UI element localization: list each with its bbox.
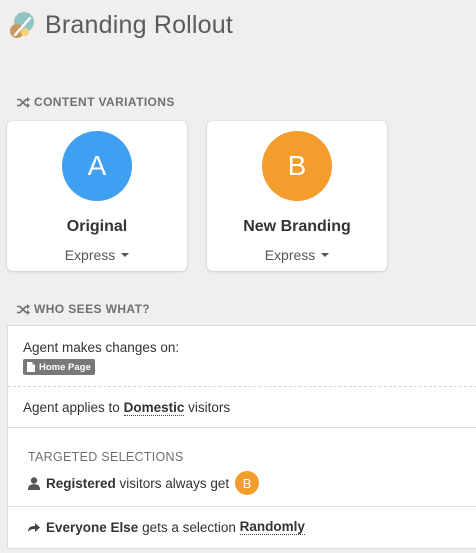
who-sees-what-label: WHO SEES WHAT? — [34, 302, 151, 316]
variation-card-b[interactable]: B New Branding Express — [207, 121, 387, 271]
who-sees-what-heading: WHO SEES WHAT? — [17, 302, 150, 316]
page-tag[interactable]: Home Page — [23, 359, 95, 375]
agent-changes-label: Agent makes changes on: — [23, 340, 180, 355]
variation-b-experience-select[interactable]: Express — [265, 247, 330, 263]
document-icon — [27, 362, 35, 372]
targeted-selections-row: TARGETED SELECTIONS Registered visitors … — [8, 428, 476, 507]
applies-prefix: Agent applies to — [23, 400, 120, 415]
user-icon — [28, 476, 40, 490]
registered-variation-badge: B — [235, 471, 260, 495]
share-arrow-icon — [28, 522, 40, 532]
targeting-panel: Agent makes changes on: Home Page Agent … — [7, 325, 476, 549]
everyone-else-row: Everyone Else gets a selection Randomly — [8, 507, 476, 549]
registered-rule[interactable]: Registered visitors always get B — [28, 471, 260, 495]
experiment-logo-icon — [10, 12, 34, 38]
variation-b-badge: B — [262, 131, 332, 201]
variation-a-badge: A — [62, 131, 132, 201]
everyone-else-text: gets a selection — [142, 519, 236, 535]
registered-audience: Registered — [46, 475, 116, 491]
variation-a-experience-select[interactable]: Express — [65, 247, 130, 263]
variation-a-name: Original — [66, 218, 128, 235]
variation-card-a[interactable]: A Original Express — [7, 121, 187, 271]
everyone-else-label: Everyone Else — [46, 519, 139, 535]
everyone-else-rule: Everyone Else gets a selection Randomly — [28, 519, 305, 535]
page-tag-label: Home Page — [39, 361, 91, 373]
shuffle-icon — [17, 303, 30, 315]
page-title: Branding Rollout — [45, 10, 234, 39]
header: Branding Rollout — [8, 8, 233, 42]
variation-b-select-value: Express — [264, 247, 316, 263]
targeted-selections-heading: TARGETED SELECTIONS — [28, 450, 184, 464]
selection-mode-selector[interactable]: Randomly — [239, 519, 305, 535]
caret-down-icon — [121, 253, 130, 257]
agent-changes-row: Agent makes changes on: Home Page — [8, 326, 476, 387]
variation-a-select-value: Express — [64, 247, 116, 263]
variation-b-name: New Branding — [243, 218, 351, 235]
caret-down-icon — [321, 253, 330, 257]
registered-text: visitors always get — [119, 475, 230, 491]
content-variations-label: CONTENT VARIATIONS — [34, 95, 175, 109]
agent-applies-row: Agent applies to Domestic visitors — [8, 387, 476, 428]
shuffle-icon — [17, 96, 30, 108]
content-variations-heading: CONTENT VARIATIONS — [17, 95, 175, 109]
applies-suffix: visitors — [188, 400, 231, 415]
audience-selector[interactable]: Domestic — [123, 400, 185, 416]
